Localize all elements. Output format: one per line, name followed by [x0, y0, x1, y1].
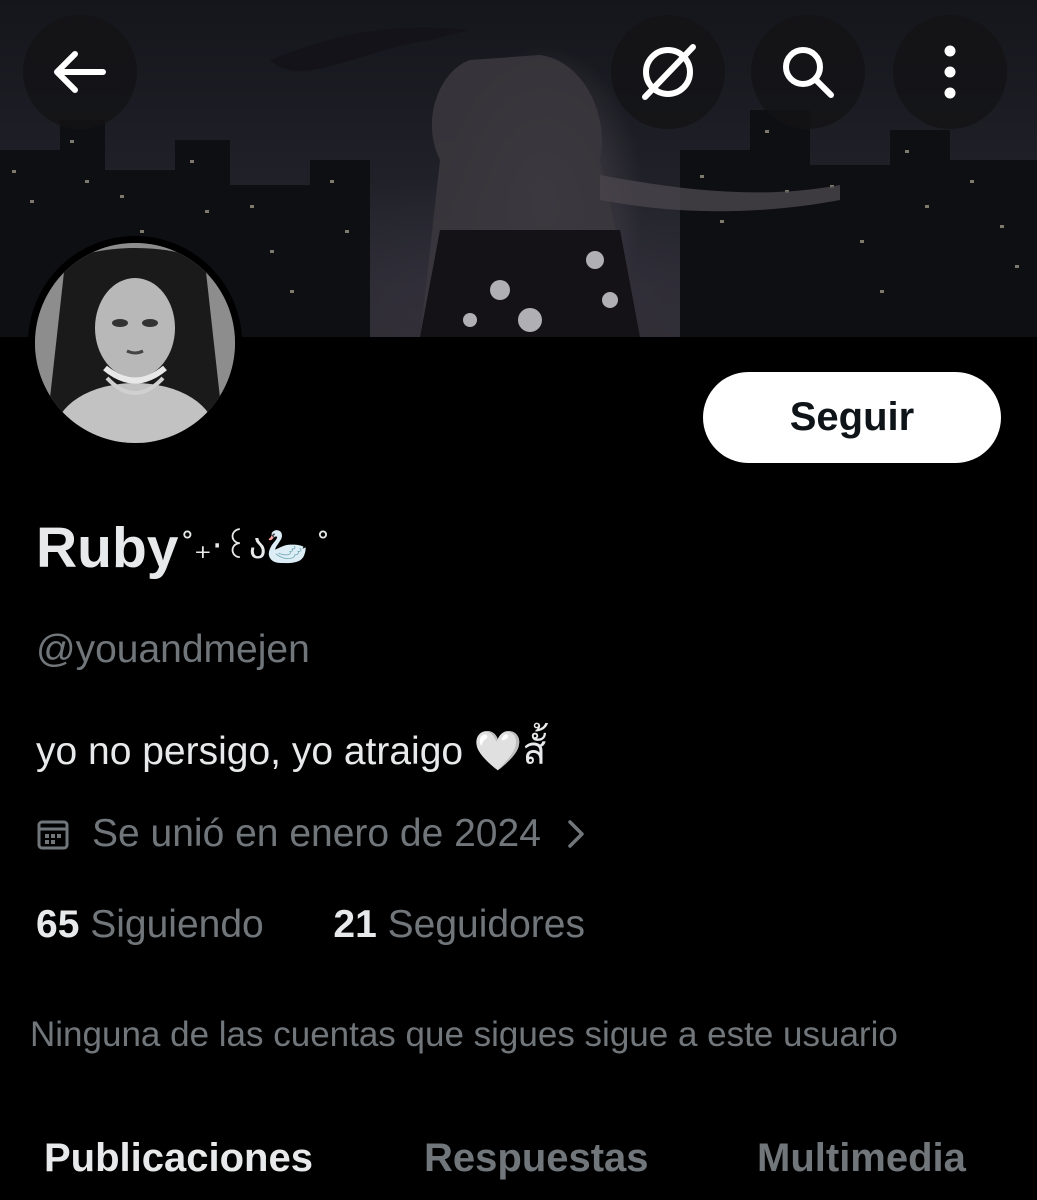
following-stat[interactable]: 65 Siguiendo [36, 903, 275, 946]
back-button[interactable] [23, 15, 137, 129]
more-button[interactable] [893, 15, 1007, 129]
tab-multimedia[interactable]: Multimedia [757, 1136, 966, 1181]
tab-respuestas[interactable]: Respuestas [424, 1136, 649, 1181]
joined-date[interactable]: Se unió en enero de 2024 [36, 812, 587, 856]
name-decoration: ˚₊‧꒰ა🦢 ˚ [182, 527, 330, 566]
display-name: Ruby [36, 516, 179, 580]
more-vertical-icon [944, 45, 956, 99]
search-icon [783, 47, 834, 98]
followers-count: 21 [333, 903, 377, 946]
follow-button[interactable]: Seguir [703, 372, 1001, 463]
grok-button[interactable] [611, 15, 725, 129]
profile-handle: @youandmejen [36, 628, 310, 671]
search-button[interactable] [751, 15, 865, 129]
followers-label: Seguidores [387, 903, 585, 946]
profile-bio: yo no persigo, yo atraigo 🤍สั้ [36, 730, 547, 773]
calendar-icon [37, 820, 69, 850]
profile-tabs: Publicaciones Respuestas Multimedia [0, 1130, 1037, 1200]
avatar-image [35, 243, 235, 443]
mutual-followers-note: Ninguna de las cuentas que sigues sigue … [30, 1015, 898, 1054]
profile-name: Ruby ˚₊‧꒰ა🦢 ˚ [36, 515, 330, 581]
arrow-left-icon [54, 51, 106, 93]
following-label: Siguiendo [90, 903, 264, 946]
tab-publicaciones[interactable]: Publicaciones [44, 1136, 313, 1181]
followers-stat[interactable]: 21 Seguidores [333, 903, 585, 946]
grok-slash-circle-icon [642, 44, 696, 100]
avatar[interactable] [28, 236, 242, 450]
chevron-right-icon [568, 820, 584, 848]
following-count: 65 [36, 903, 80, 946]
follow-stats: 65 Siguiendo 21 Seguidores [36, 903, 585, 947]
joined-text: Se unió en enero de 2024 [92, 812, 541, 855]
